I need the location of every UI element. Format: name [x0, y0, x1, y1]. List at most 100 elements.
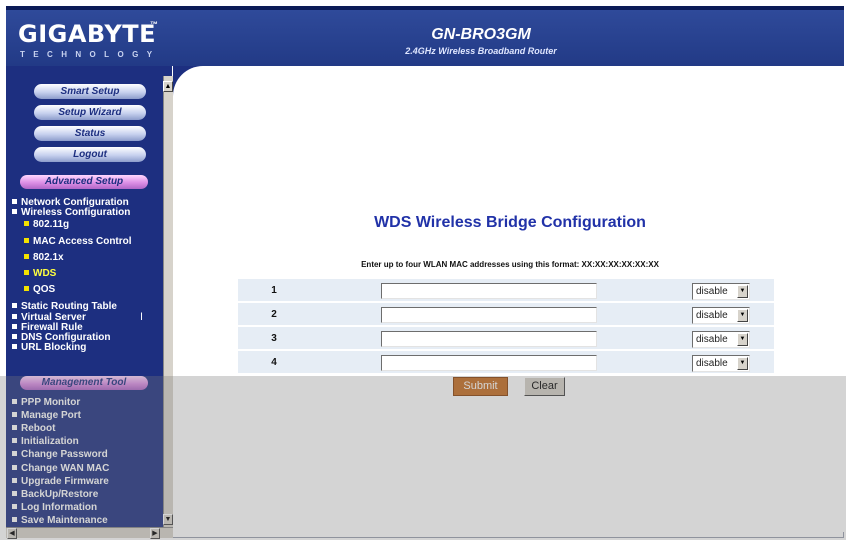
sidebar-item-label: Upgrade Firmware [21, 475, 109, 487]
mac-cell [310, 327, 668, 349]
sidebar-item-save-maintenance[interactable]: Save Maintenance [12, 515, 108, 526]
select-value: disable [696, 357, 728, 369]
mac-address-input[interactable] [381, 355, 597, 372]
sidebar-item-url-blocking[interactable]: URL Blocking [12, 342, 86, 353]
wds-mac-table: 1 disable ▼ 2 disable ▼ 3 disable ▼ 4 disable ▼ [238, 277, 774, 375]
bullet-icon [12, 425, 17, 431]
scroll-down-arrow-icon[interactable]: ▼ [163, 514, 173, 525]
table-row: 1 disable ▼ [238, 279, 774, 301]
mac-format-hint: Enter up to four WLAN MAC addresses usin… [361, 260, 659, 269]
wds-mode-select[interactable]: disable ▼ [692, 330, 750, 348]
bullet-icon [12, 344, 17, 350]
row-number: 2 [238, 303, 310, 325]
chevron-down-icon[interactable]: ▼ [737, 332, 748, 346]
setup-wizard-button[interactable]: Setup Wizard [34, 105, 146, 120]
row-number: 1 [238, 279, 310, 301]
scroll-left-arrow-icon[interactable]: ◀ [7, 528, 17, 539]
scroll-up-arrow-icon[interactable]: ▲ [163, 81, 173, 92]
sidebar-item-label: Wireless Configuration [21, 207, 131, 219]
sidebar-item-mac-access-control[interactable]: MAC Access Control [24, 236, 132, 247]
bullet-icon [24, 237, 29, 243]
sidebar-item-manage-port[interactable]: Manage Port [12, 410, 81, 421]
brand-tagline: TECHNOLOGY [20, 50, 161, 59]
status-button[interactable]: Status [34, 126, 146, 141]
advanced-setup-header: Advanced Setup [20, 175, 148, 189]
wds-mode-select[interactable]: disable ▼ [692, 282, 750, 300]
sidebar-item-label: QOS [33, 284, 56, 296]
mac-cell [310, 351, 668, 373]
table-row: 3 disable ▼ [238, 327, 774, 349]
bullet-icon [12, 199, 17, 204]
sidebar-item-reboot[interactable]: Reboot [12, 423, 55, 434]
sidebar-item-label: Initialization [21, 436, 79, 448]
bullet-icon [12, 323, 17, 329]
router-description: 2.4GHz Wireless Broadband Router [405, 46, 557, 56]
bullet-icon [12, 516, 17, 522]
sidebar-item-label: BackUp/Restore [21, 488, 99, 500]
select-value: disable [696, 285, 728, 297]
bullet-icon [12, 438, 17, 444]
sidebar-item-label: Log Information [21, 501, 98, 513]
brand-logo: GIGABYTE [18, 20, 157, 48]
sidebar-item-label: Save Maintenance [21, 514, 108, 526]
table-row: 2 disable ▼ [238, 303, 774, 325]
sidebar-item-label: Manage Port [21, 410, 82, 422]
sidebar-item-label: 802.11g [33, 219, 70, 231]
bullet-icon [12, 399, 17, 404]
mac-cell [310, 279, 668, 301]
sidebar-item-upgrade-firmware[interactable]: Upgrade Firmware [12, 476, 109, 487]
bullet-icon [12, 209, 17, 215]
bullet-icon [12, 334, 17, 339]
sidebar-item-change-password[interactable]: Change Password [12, 449, 108, 460]
smart-setup-button[interactable]: Smart Setup [34, 84, 146, 99]
sidebar-item-ppp-monitor[interactable]: PPP Monitor [12, 397, 80, 408]
sidebar: Smart Setup Setup Wizard Status Logout A… [6, 66, 172, 532]
sidebar-item-qos[interactable]: QOS [24, 284, 55, 295]
sidebar-item-802-11g[interactable]: 802.11g [24, 219, 69, 230]
bullet-icon [12, 490, 17, 496]
sidebar-item-label: Change WAN MAC [21, 462, 110, 474]
sidebar-scrollbar[interactable] [163, 76, 173, 528]
bullet-icon [24, 253, 29, 259]
mac-cell [310, 303, 668, 325]
bullet-icon [12, 303, 17, 309]
bullet-icon [12, 313, 17, 319]
chevron-down-icon[interactable]: ▼ [737, 284, 748, 298]
chevron-down-icon[interactable]: ▼ [737, 356, 748, 370]
bullet-icon [12, 451, 17, 457]
sidebar-item-change-wan-mac[interactable]: Change WAN MAC [12, 463, 109, 474]
mode-cell: disable ▼ [668, 327, 774, 349]
content-corner-curve [173, 66, 233, 126]
sidebar-item-label: 802.1x [33, 251, 64, 263]
sidebar-item-initialization[interactable]: Initialization [12, 436, 79, 447]
page-title: WDS Wireless Bridge Configuration [374, 214, 646, 231]
bullet-icon [24, 221, 29, 227]
scroll-right-arrow-icon[interactable]: ▶ [150, 528, 160, 539]
sidebar-item-wireless-configuration[interactable]: Wireless Configuration [12, 207, 130, 218]
bullet-icon [24, 286, 29, 292]
select-value: disable [696, 309, 728, 321]
mac-address-input[interactable] [381, 307, 597, 324]
mode-cell: disable ▼ [668, 303, 774, 325]
logout-button[interactable]: Logout [34, 147, 146, 162]
mode-cell: disable ▼ [668, 279, 774, 301]
bullet-icon [12, 412, 17, 418]
wds-mode-select[interactable]: disable ▼ [692, 306, 750, 324]
sidebar-item-label: Reboot [21, 423, 56, 435]
trademark-mark: ™ [150, 20, 158, 29]
submit-button[interactable]: Submit [453, 377, 508, 396]
clear-button[interactable]: Clear [524, 377, 565, 396]
sidebar-item-backup-restore[interactable]: BackUp/Restore [12, 489, 98, 500]
sidebar-item-log-information[interactable]: Log Information [12, 502, 97, 513]
bullet-icon [12, 477, 17, 483]
sidebar-horizontal-scrollbar[interactable] [6, 527, 173, 538]
sidebar-item-label: Change Password [21, 449, 108, 461]
mac-address-input[interactable] [381, 331, 597, 348]
sidebar-item-802-1x[interactable]: 802.1x [24, 252, 64, 263]
bullet-icon [24, 270, 29, 275]
sidebar-item-wds[interactable]: WDS [24, 268, 56, 279]
select-value: disable [696, 333, 728, 345]
mac-address-input[interactable] [381, 283, 597, 300]
chevron-down-icon[interactable]: ▼ [737, 308, 748, 322]
wds-mode-select[interactable]: disable ▼ [692, 354, 750, 372]
